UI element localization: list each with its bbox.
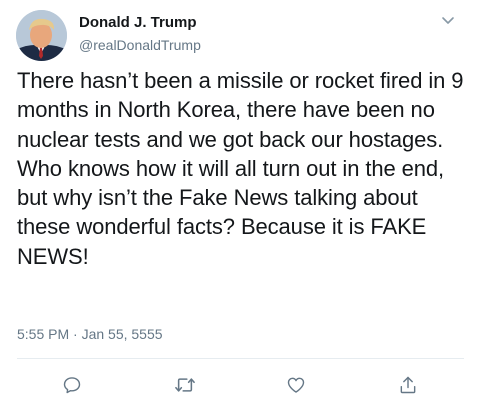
share-icon: [400, 376, 416, 394]
tweet-timestamp[interactable]: 5:55 PM · Jan 55, 5555: [17, 326, 163, 342]
avatar[interactable]: [16, 10, 67, 61]
divider: [17, 358, 464, 359]
tweet-card: Donald J. Trump @realDonaldTrump There h…: [0, 0, 480, 410]
tweet-text: There hasn’t been a missile or rocket fi…: [17, 68, 464, 269]
author-display-name[interactable]: Donald J. Trump: [79, 14, 197, 31]
like-button[interactable]: [276, 365, 316, 405]
share-button[interactable]: [388, 365, 428, 405]
reply-icon: [63, 377, 81, 394]
avatar-image: [16, 10, 67, 61]
heart-icon: [287, 377, 305, 393]
retweet-button[interactable]: [165, 365, 205, 405]
retweet-icon: [175, 378, 195, 392]
chevron-down-icon[interactable]: [440, 12, 456, 28]
tweet-actions: [0, 365, 480, 405]
reply-button[interactable]: [52, 365, 92, 405]
author-handle[interactable]: @realDonaldTrump: [79, 37, 201, 53]
